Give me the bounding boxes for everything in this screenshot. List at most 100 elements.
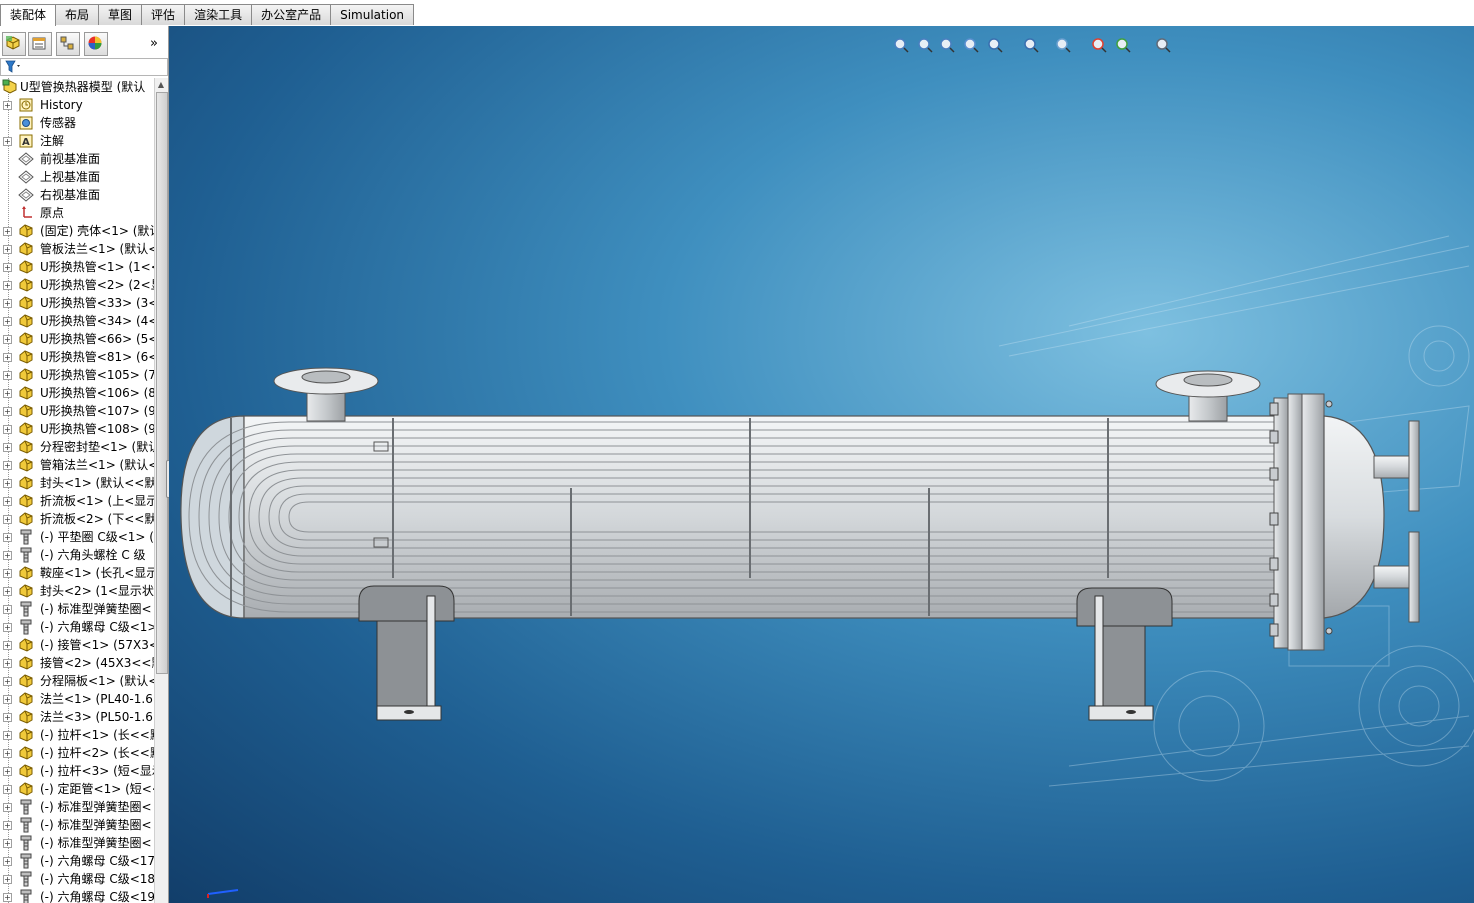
tree-item[interactable]: + 法兰<3> (PL50-1.6R xyxy=(0,708,154,726)
expand-icon[interactable]: + xyxy=(3,839,12,848)
shell-outlet-nozzle[interactable] xyxy=(1155,370,1261,422)
tree-item[interactable]: + U形换热管<66> (5< xyxy=(0,330,154,348)
expand-panel-button[interactable]: » xyxy=(150,36,158,51)
tree-item[interactable]: + 折流板<1> (上<显示 xyxy=(0,492,154,510)
saddle-support-right[interactable] xyxy=(1076,587,1173,721)
expand-icon[interactable]: + xyxy=(3,731,12,740)
tree-item[interactable]: + (-) 定距管<1> (短<< xyxy=(0,780,154,798)
tree-item[interactable]: 右视基准面 xyxy=(0,186,154,204)
expand-icon[interactable]: + xyxy=(3,767,12,776)
tree-item[interactable]: + 分程隔板<1> (默认< xyxy=(0,672,154,690)
tree-item[interactable]: + (-) 接管<1> (57X3< xyxy=(0,636,154,654)
tree-item[interactable]: + (-) 平垫圈 C级<1> ( xyxy=(0,528,154,546)
expand-icon[interactable]: + xyxy=(3,245,12,254)
expand-icon[interactable]: + xyxy=(3,857,12,866)
tree-item[interactable]: + U形换热管<33> (3< xyxy=(0,294,154,312)
tree-item[interactable]: + U形换热管<105> (7 xyxy=(0,366,154,384)
expand-icon[interactable]: + xyxy=(3,551,12,560)
expand-icon[interactable]: + xyxy=(3,623,12,632)
tree-item[interactable]: + (-) 拉杆<3> (短<显示 xyxy=(0,762,154,780)
expand-icon[interactable]: + xyxy=(3,569,12,578)
scroll-up-icon[interactable]: ▲ xyxy=(156,79,166,90)
tree-item[interactable]: + (-) 六角螺母 C级<17 xyxy=(0,852,154,870)
tree-item[interactable]: + (-) 六角螺母 C级<18 xyxy=(0,870,154,888)
expand-icon[interactable]: + xyxy=(3,461,12,470)
expand-icon[interactable]: + xyxy=(3,479,12,488)
tree-item[interactable]: + (-) 六角螺母 C级<1> xyxy=(0,618,154,636)
property-manager-icon[interactable] xyxy=(28,32,52,56)
expand-icon[interactable]: + xyxy=(3,137,12,146)
expand-icon[interactable]: + xyxy=(3,641,12,650)
expand-icon[interactable]: + xyxy=(3,353,12,362)
expand-icon[interactable]: + xyxy=(3,695,12,704)
shell-inlet-nozzle[interactable] xyxy=(273,367,379,422)
expand-icon[interactable]: + xyxy=(3,227,12,236)
tab-3[interactable]: 评估 xyxy=(141,4,186,25)
left-head[interactable] xyxy=(180,415,245,619)
expand-icon[interactable]: + xyxy=(3,713,12,722)
expand-icon[interactable]: + xyxy=(3,407,12,416)
tree-item[interactable]: 原点 xyxy=(0,204,154,222)
expand-icon[interactable]: + xyxy=(3,875,12,884)
saddle-support-left[interactable] xyxy=(358,585,455,721)
expand-icon[interactable]: + xyxy=(3,785,12,794)
tree-item[interactable]: + 封头<2> (1<显示状 xyxy=(0,582,154,600)
feature-manager-icon[interactable] xyxy=(2,32,26,56)
filter-icon[interactable] xyxy=(5,60,23,74)
expand-icon[interactable]: + xyxy=(3,821,12,830)
expand-icon[interactable]: + xyxy=(3,515,12,524)
tree-item[interactable]: 前视基准面 xyxy=(0,150,154,168)
tree-item[interactable]: + History xyxy=(0,96,154,114)
tab-6[interactable]: Simulation xyxy=(330,4,415,25)
tree-item[interactable]: + (-) 六角头螺栓 C 级 xyxy=(0,546,154,564)
tree-item[interactable]: + (-) 标准型弹簧垫圈< xyxy=(0,798,154,816)
tree-item[interactable]: + 管板法兰<1> (默认< xyxy=(0,240,154,258)
tree-item[interactable]: + (-) 标准型弹簧垫圈< xyxy=(0,816,154,834)
tree-item[interactable]: + U形换热管<107> (9 xyxy=(0,402,154,420)
tree-item[interactable]: + 折流板<2> (下<<默 xyxy=(0,510,154,528)
tree-item[interactable]: 传感器 xyxy=(0,114,154,132)
expand-icon[interactable]: + xyxy=(3,371,12,380)
graphics-area[interactable] xyxy=(169,26,1474,903)
tree-item[interactable]: + U形换热管<2> (2<显 xyxy=(0,276,154,294)
expand-icon[interactable]: + xyxy=(3,317,12,326)
tree-item[interactable]: + (-) 六角螺母 C级<19 xyxy=(0,888,154,903)
tree-item[interactable]: + 法兰<1> (PL40-1.6R xyxy=(0,690,154,708)
tab-0[interactable]: 装配体 xyxy=(0,4,57,27)
tree-item[interactable]: + 管箱法兰<1> (默认< xyxy=(0,456,154,474)
expand-icon[interactable]: + xyxy=(3,263,12,272)
tree-item[interactable]: + U形换热管<34> (4< xyxy=(0,312,154,330)
expand-icon[interactable]: + xyxy=(3,299,12,308)
expand-icon[interactable]: + xyxy=(3,335,12,344)
expand-icon[interactable]: + xyxy=(3,893,12,902)
expand-icon[interactable]: + xyxy=(3,677,12,686)
tree-item[interactable]: + 鞍座<1> (长孔<显示 xyxy=(0,564,154,582)
expand-icon[interactable]: + xyxy=(3,425,12,434)
expand-icon[interactable]: + xyxy=(3,497,12,506)
configuration-manager-icon[interactable] xyxy=(56,32,80,56)
tree-item[interactable]: + U形换热管<1> (1<< xyxy=(0,258,154,276)
tree-item[interactable]: + A 注解 xyxy=(0,132,154,150)
tree-item[interactable]: U型管换热器模型 (默认 xyxy=(0,78,154,96)
scroll-thumb[interactable] xyxy=(156,92,168,674)
expand-icon[interactable]: + xyxy=(3,749,12,758)
expand-icon[interactable]: + xyxy=(3,605,12,614)
expand-icon[interactable]: + xyxy=(3,101,12,110)
tab-2[interactable]: 草图 xyxy=(98,4,143,25)
tree-item[interactable]: + 分程密封垫<1> (默认 xyxy=(0,438,154,456)
expand-icon[interactable]: + xyxy=(3,587,12,596)
expand-icon[interactable]: + xyxy=(3,389,12,398)
u-tube-heat-exchanger-model[interactable] xyxy=(169,26,1474,903)
tab-5[interactable]: 办公室产品 xyxy=(251,4,332,25)
expand-icon[interactable]: + xyxy=(3,443,12,452)
tree-item[interactable]: + (-) 标准型弹簧垫圈< xyxy=(0,600,154,618)
tab-1[interactable]: 布局 xyxy=(55,4,100,25)
tree-item[interactable]: + (-) 拉杆<2> (长<<默 xyxy=(0,744,154,762)
expand-icon[interactable]: + xyxy=(3,281,12,290)
tab-4[interactable]: 渲染工具 xyxy=(184,4,253,25)
tree-item[interactable]: 上视基准面 xyxy=(0,168,154,186)
tree-item[interactable]: + 封头<1> (默认<<默 xyxy=(0,474,154,492)
tree-item[interactable]: + (-) 标准型弹簧垫圈< xyxy=(0,834,154,852)
filter-field[interactable] xyxy=(0,58,168,76)
expand-icon[interactable]: + xyxy=(3,659,12,668)
